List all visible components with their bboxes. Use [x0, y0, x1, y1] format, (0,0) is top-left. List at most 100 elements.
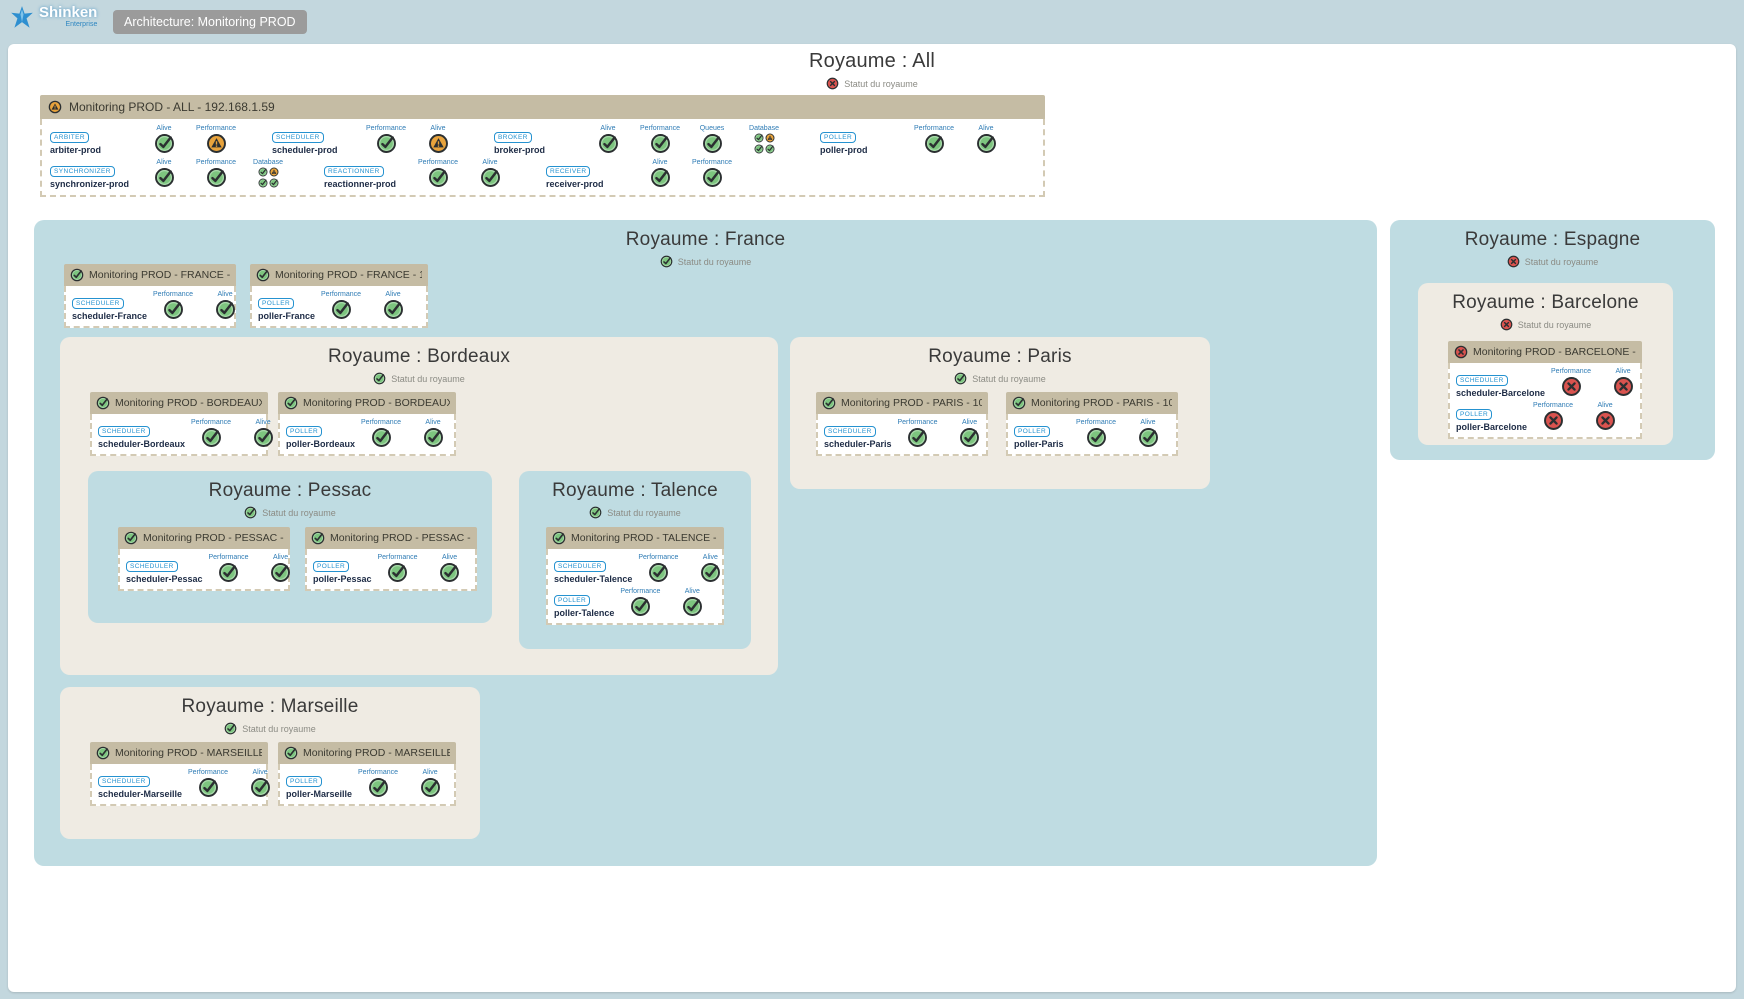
host-header[interactable]: Monitoring PROD - PARIS - 10.0.2.1 [816, 392, 988, 414]
realm-france: Royaume : FranceStatut du royaumeMonitor… [34, 220, 1377, 866]
check-icon [480, 167, 501, 188]
host-header[interactable]: Monitoring PROD - BARCELONE -... [1448, 341, 1642, 363]
daemon-name: scheduler-Talence [554, 574, 632, 584]
daemon-type-badge: POLLER [286, 776, 322, 787]
check-alive: Alive [367, 291, 419, 320]
check-alive: Alive [407, 419, 459, 448]
check-icon [682, 596, 703, 617]
check-icon [258, 167, 268, 177]
host-header[interactable]: Monitoring PROD - FRANCE - 10.... [250, 264, 428, 286]
check-icon [765, 144, 775, 154]
check-database: Database [738, 125, 790, 154]
host-title: Monitoring PROD - PARIS - 10.0.2.1 [841, 397, 982, 409]
check-icon [215, 299, 236, 320]
check-performance: Performance [203, 554, 255, 583]
check-icon [650, 133, 671, 154]
realm-status-label: Statut du royaume [844, 79, 918, 89]
host-box-marseille-2: Monitoring PROD - MARSEILLE - ...POLLERp… [278, 742, 456, 806]
check-label: Alive [425, 419, 440, 426]
check-icon [256, 268, 270, 282]
daemon-type-badge: REACTIONNER [324, 166, 384, 177]
daemon-name: scheduler-Paris [824, 439, 892, 449]
check-performance: Performance [892, 419, 944, 448]
host-body: POLLERpoller-FrancePerformanceAlive [250, 286, 428, 328]
host-header[interactable]: Monitoring PROD - BORDEAUX - ... [278, 392, 456, 414]
daemon-scheduler-Talence: SCHEDULERscheduler-TalencePerformanceAli… [554, 552, 736, 586]
daemon-identity: SCHEDULERscheduler-prod [272, 125, 360, 155]
check-label: Performance [358, 769, 398, 776]
check-performance: Performance [1070, 419, 1122, 448]
host-body: SCHEDULERscheduler-BordeauxPerformanceAl… [90, 414, 268, 456]
host-title: Monitoring PROD - MARSEILLE - ... [115, 747, 262, 759]
warning-icon [48, 100, 62, 114]
host-header[interactable]: Monitoring PROD - MARSEILLE - ... [278, 742, 456, 764]
daemon-identity: SCHEDULERscheduler-Marseille [98, 769, 182, 799]
host-header[interactable]: Monitoring PROD - PESSAC - 10.0... [305, 527, 477, 549]
check-label: Performance [153, 291, 193, 298]
daemon-name: scheduler-Bordeaux [98, 439, 185, 449]
host-header[interactable]: Monitoring PROD - ALL - 192.168.1.59 [40, 95, 1045, 119]
check-alive: Alive [1597, 368, 1649, 397]
daemon-name: arbiter-prod [50, 145, 138, 155]
daemon-name: scheduler-Pessac [126, 574, 203, 584]
realm-title: Royaume : Pessac [88, 471, 492, 502]
daemon-type-badge: SCHEDULER [98, 426, 150, 437]
daemon-type-badge: POLLER [286, 426, 322, 437]
host-header[interactable]: Monitoring PROD - MARSEILLE - ... [90, 742, 268, 764]
shinken-logo[interactable]: Shinken Enterprise [8, 5, 97, 31]
check-alive: Alive [666, 588, 718, 617]
host-header[interactable]: Monitoring PROD - FRANCE - 10.... [64, 264, 236, 286]
daemon-type-badge: SYNCHRONIZER [50, 166, 115, 177]
check-icon [198, 777, 219, 798]
brand-subtitle: Enterprise [39, 21, 97, 28]
check-label: Performance [321, 291, 361, 298]
host-box-all: Monitoring PROD - ALL - 192.168.1.59ARBI… [40, 95, 1045, 197]
daemon-row: SYNCHRONIZERsynchronizer-prodAlivePerfor… [50, 157, 1035, 191]
daemon-poller-Paris: POLLERpoller-ParisPerformanceAlive [1014, 417, 1174, 451]
check-icon [976, 133, 997, 154]
check-alive: Alive [1122, 419, 1174, 448]
check-alive: Alive [412, 125, 464, 154]
database-status-grid [258, 167, 279, 188]
host-body: SCHEDULERscheduler-BarcelonePerformanceA… [1448, 363, 1642, 439]
check-label: Performance [366, 125, 406, 132]
check-alive: Alive [199, 291, 251, 320]
check-label: Alive [703, 554, 718, 561]
check-label: Performance [914, 125, 954, 132]
check-performance: Performance [634, 125, 686, 154]
check-performance: Performance [1527, 402, 1579, 431]
check-alive: Alive [634, 159, 686, 188]
host-header[interactable]: Monitoring PROD - PARIS - 10.0.2.2 [1006, 392, 1178, 414]
daemon-type-badge: POLLER [1456, 409, 1492, 420]
daemon-identity: POLLERpoller-prod [820, 125, 908, 155]
host-header[interactable]: Monitoring PROD - PESSAC - 10.0... [118, 527, 290, 549]
host-body: SCHEDULERscheduler-PessacPerformanceAliv… [118, 549, 290, 591]
daemon-identity: RECEIVERreceiver-prod [546, 159, 634, 189]
daemon-identity: POLLERpoller-Bordeaux [286, 419, 355, 449]
host-header[interactable]: Monitoring PROD - BORDEAUX - ... [90, 392, 268, 414]
check-icon [218, 562, 239, 583]
realm-status-label: Statut du royaume [391, 374, 465, 384]
host-body: POLLERpoller-PessacPerformanceAlive [305, 549, 477, 591]
realm-status: Statut du royaume [60, 722, 480, 735]
check-icon [331, 299, 352, 320]
realm-bordeaux: Royaume : BordeauxStatut du royaumeMonit… [60, 337, 778, 675]
host-header[interactable]: Monitoring PROD - TALENCE - 10... [546, 527, 724, 549]
check-icon [423, 427, 444, 448]
daemon-name: poller-Paris [1014, 439, 1070, 449]
check-icon [702, 133, 723, 154]
check-performance: Performance [182, 769, 234, 798]
daemon-poller-France: POLLERpoller-FrancePerformanceAlive [258, 289, 419, 323]
daemon-type-badge: SCHEDULER [554, 561, 606, 572]
daemon-type-badge: SCHEDULER [98, 776, 150, 787]
error-icon [1454, 345, 1468, 359]
realm-title: Royaume : Espagne [1390, 220, 1715, 251]
check-icon [387, 562, 408, 583]
check-label: Alive [385, 291, 400, 298]
daemon-row: SCHEDULERscheduler-ParisPerformanceAlive [824, 417, 980, 451]
check-icon [702, 167, 723, 188]
realm-title: Royaume : Marseille [60, 687, 480, 718]
realm-status-label: Statut du royaume [972, 374, 1046, 384]
warning-icon [206, 133, 227, 154]
check-label: Performance [897, 419, 937, 426]
